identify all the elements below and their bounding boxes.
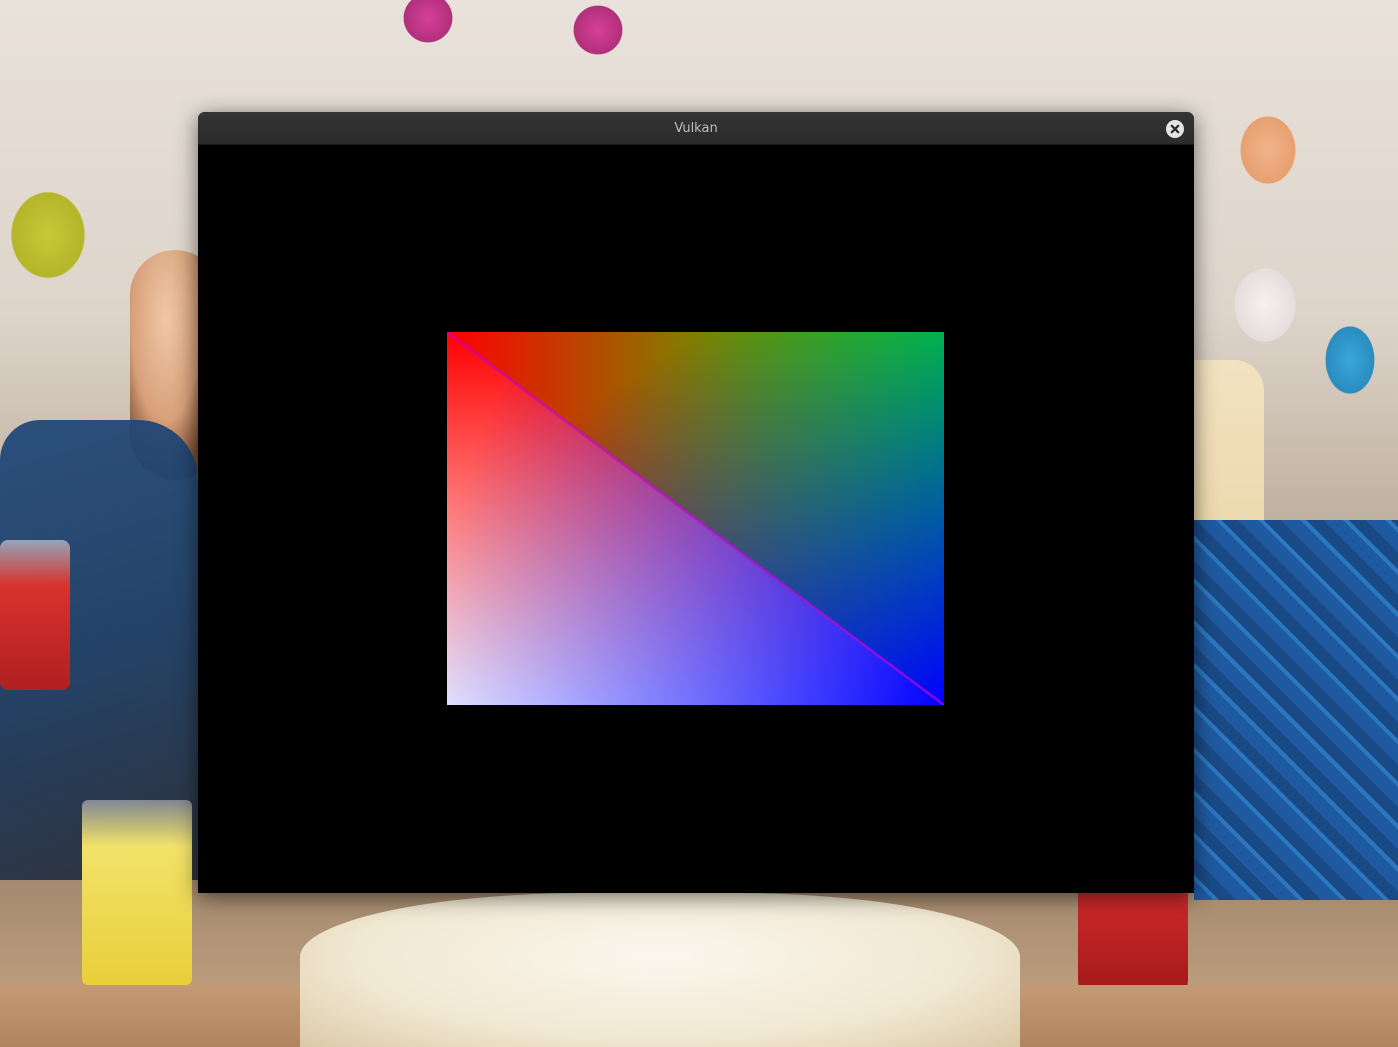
window-title: Vulkan (674, 121, 718, 136)
vulkan-window[interactable]: Vulkan (198, 112, 1194, 893)
wallpaper-glass-left (82, 800, 192, 985)
wallpaper-person-right (1194, 520, 1398, 900)
wallpaper-cake (300, 893, 1020, 1047)
wallpaper-jar (0, 540, 70, 690)
wallpaper-glass-right (1078, 890, 1188, 1000)
close-button[interactable] (1166, 120, 1184, 138)
window-titlebar[interactable]: Vulkan (198, 112, 1194, 145)
render-surface[interactable] (198, 145, 1194, 893)
color-quad (447, 332, 944, 705)
close-icon (1170, 124, 1180, 134)
